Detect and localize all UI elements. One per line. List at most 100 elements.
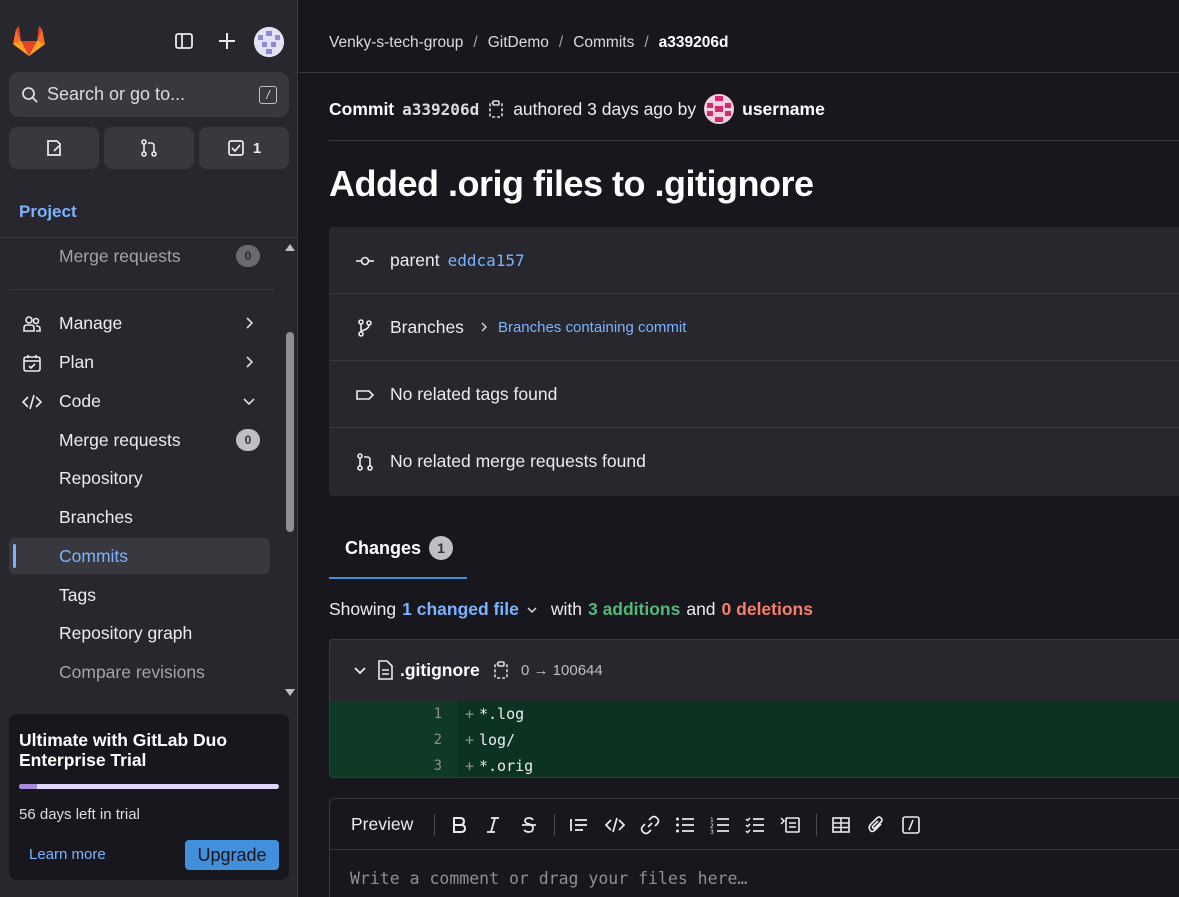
italic-icon[interactable]: [482, 814, 504, 836]
plus-icon[interactable]: [214, 28, 240, 54]
scroll-up-arrow-icon[interactable]: [284, 242, 296, 252]
diff-file: .gitignore 0 → 100644 1 + *.log 2 + log/…: [329, 639, 1179, 778]
sidebar-item-label: Commits: [59, 545, 129, 566]
table-icon[interactable]: [830, 814, 852, 836]
learn-more-link[interactable]: Learn more: [29, 846, 106, 863]
commit-header: Commit a339206d authored 3 days ago by u…: [329, 94, 825, 124]
quote-icon[interactable]: [568, 814, 590, 836]
toggle-sidebar-icon[interactable]: [171, 28, 197, 54]
commit-icon: [355, 251, 375, 271]
breadcrumb-group[interactable]: Venky-s-tech-group: [329, 34, 463, 52]
search-box[interactable]: Search or go to... /: [9, 72, 289, 117]
diff-code: *.orig: [479, 757, 534, 775]
numbered-list-icon[interactable]: 123: [709, 814, 731, 836]
commit-info-box: parent eddca157 Branches Branches contai…: [329, 227, 1179, 496]
sidebar-item-label: Merge requests: [59, 429, 181, 450]
breadcrumb-project[interactable]: GitDemo: [488, 34, 549, 52]
main-content: Venky-s-tech-group / GitDemo / Commits /…: [299, 0, 1179, 897]
breadcrumb-current[interactable]: a339206d: [659, 34, 729, 52]
diff-line: 2 + log/: [330, 727, 1179, 753]
sidebar-item-plan[interactable]: Plan: [9, 344, 270, 380]
code-icon[interactable]: [604, 814, 626, 836]
task-list-icon[interactable]: [744, 814, 766, 836]
sidebar-item-merge-requests-pinned[interactable]: Merge requests 0: [9, 238, 270, 274]
sidebar-item-branches[interactable]: Branches: [9, 499, 270, 535]
sidebar-item-repository[interactable]: Repository: [9, 460, 270, 496]
link-icon[interactable]: [639, 814, 661, 836]
copy-sha-icon[interactable]: [487, 99, 505, 119]
strikethrough-icon[interactable]: [518, 814, 540, 836]
gitlab-logo-icon[interactable]: [12, 25, 46, 57]
scrollbar-thumb[interactable]: [286, 332, 294, 532]
sidebar-item-commits[interactable]: Commits: [9, 538, 270, 574]
deletions-count: 0 deletions: [721, 599, 813, 619]
sidebar-item-repository-graph[interactable]: Repository graph: [9, 615, 270, 651]
changed-files-dropdown[interactable]: 1 changed file: [402, 599, 519, 620]
toolbar-divider: [816, 814, 817, 836]
merge-request-icon: [139, 138, 159, 158]
merge-request-icon: [355, 452, 375, 472]
upgrade-button[interactable]: Upgrade: [185, 840, 279, 870]
chevron-right-icon: [242, 316, 256, 330]
user-avatar[interactable]: [254, 27, 284, 57]
tab-label: Changes: [345, 537, 422, 558]
tab-count-badge: 1: [429, 536, 454, 560]
sidebar-scrollbar[interactable]: [282, 238, 298, 704]
sidebar-item-merge-requests[interactable]: Merge requests 0: [9, 422, 270, 458]
divider: [9, 289, 273, 290]
diff-code: log/: [479, 731, 516, 749]
diff-line: 1 + *.log: [330, 701, 1179, 727]
sidebar-item-compare-revisions[interactable]: Compare revisions: [9, 654, 270, 690]
merge-requests-button[interactable]: [104, 127, 194, 169]
author-name[interactable]: username: [742, 99, 825, 120]
sidebar-item-tags[interactable]: Tags: [9, 577, 270, 613]
line-number[interactable]: 2: [418, 732, 442, 748]
trial-progress-fill: [19, 784, 38, 789]
calendar-icon: [22, 353, 42, 373]
toolbar-divider: [434, 814, 435, 836]
preview-tab[interactable]: Preview: [351, 814, 413, 835]
breadcrumb: Venky-s-tech-group / GitDemo / Commits /…: [329, 34, 728, 52]
sidebar-item-label: Merge requests: [59, 245, 181, 266]
line-number[interactable]: 1: [418, 706, 442, 722]
diff-sign: +: [465, 757, 475, 775]
diff-file-header: .gitignore 0 → 100644: [330, 640, 1179, 701]
chevron-down-icon: [242, 394, 256, 408]
slash-commands-icon[interactable]: [900, 814, 922, 836]
line-number[interactable]: 3: [418, 758, 442, 774]
sidebar-item-code[interactable]: Code: [9, 383, 270, 419]
no-tags-text: No related tags found: [390, 383, 558, 404]
sidebar-item-label: Repository: [59, 467, 143, 488]
bold-icon[interactable]: [448, 814, 470, 836]
author-avatar[interactable]: [704, 94, 735, 124]
tag-icon: [355, 385, 375, 405]
chevron-down-icon[interactable]: [352, 663, 368, 679]
copy-path-icon[interactable]: [492, 660, 510, 680]
todos-button[interactable]: 1: [199, 127, 289, 169]
editor-toolbar: Preview 123: [330, 799, 1179, 850]
tab-changes[interactable]: Changes 1: [329, 530, 469, 566]
bullet-list-icon[interactable]: [674, 814, 696, 836]
additions-count: 3 additions: [587, 599, 681, 619]
branches-containing-commit-link[interactable]: Branches containing commit: [498, 319, 686, 336]
diff-line: 3 + *.orig: [330, 753, 1179, 777]
with-text: with: [550, 599, 582, 619]
collapsible-section-icon[interactable]: [779, 814, 801, 836]
sidebar-item-label: Plan: [59, 351, 95, 372]
users-icon: [22, 314, 42, 334]
file-name[interactable]: .gitignore: [400, 660, 480, 681]
parent-label: parent: [390, 249, 440, 270]
file-icon: [376, 660, 394, 680]
attachment-icon[interactable]: [865, 814, 887, 836]
authored-text: authored 3 days ago by: [513, 98, 697, 119]
scroll-down-arrow-icon[interactable]: [284, 688, 296, 698]
issues-icon: [45, 139, 63, 157]
parent-sha-link[interactable]: eddca157: [448, 251, 525, 270]
chevron-down-icon[interactable]: [525, 603, 539, 617]
diff-sign: +: [465, 731, 475, 749]
trial-title: Ultimate with GitLab Duo Enterprise Tria…: [19, 730, 228, 770]
issues-button[interactable]: [9, 127, 99, 169]
sidebar-item-manage[interactable]: Manage: [9, 305, 270, 341]
comment-input[interactable]: Write a comment or drag your files here…: [350, 869, 747, 888]
breadcrumb-commits[interactable]: Commits: [573, 34, 634, 52]
